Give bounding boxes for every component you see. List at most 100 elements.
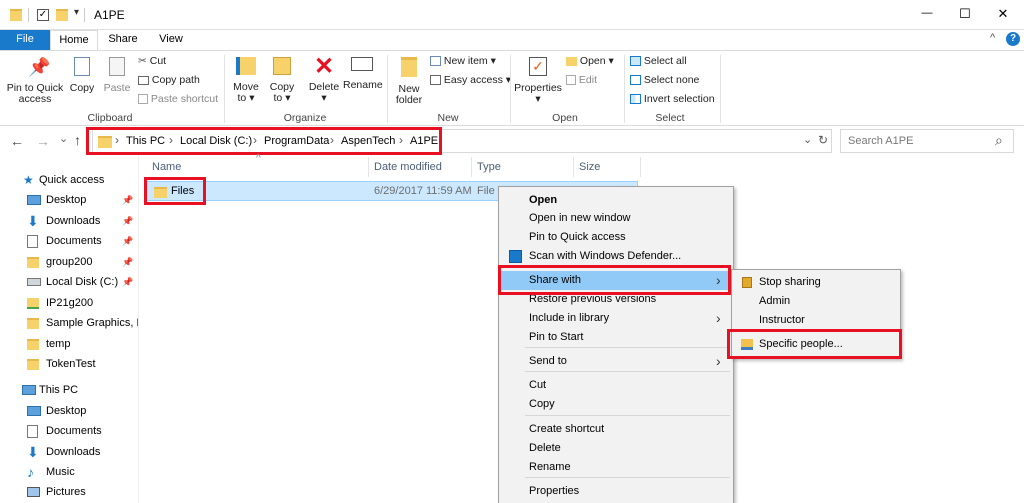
menu-label: Copy: [529, 398, 555, 410]
menu-label: Scan with Windows Defender...: [529, 250, 682, 262]
nav-pc-item[interactable]: Documents: [0, 421, 138, 441]
share-admin[interactable]: Admin: [733, 292, 899, 311]
pinned-icon: 📌: [122, 236, 134, 246]
pinned-icon: 📌: [122, 195, 134, 205]
back-arrow-icon[interactable]: ←: [10, 133, 24, 149]
nav-label: Desktop: [46, 405, 87, 417]
help-icon[interactable]: ?: [1006, 32, 1020, 46]
select-none-button[interactable]: Select none: [630, 74, 699, 87]
recent-locations-icon[interactable]: ⌄: [59, 132, 68, 145]
nav-quick-item[interactable]: group200 📌: [0, 252, 138, 272]
copy-path-button[interactable]: Copy path: [138, 74, 200, 87]
menu-send-to[interactable]: Send to ›: [500, 352, 732, 371]
cut-button[interactable]: ✂ Cut: [138, 55, 166, 68]
tab-file[interactable]: File: [0, 30, 50, 50]
nav-label: Music: [46, 465, 75, 478]
nav-pc-item[interactable]: ⬇ Downloads: [0, 442, 138, 462]
ribbon-collapse-icon[interactable]: ^: [990, 32, 995, 44]
paste-label: Paste: [103, 82, 131, 94]
nav-divider: [138, 156, 139, 503]
copy-to-label-2: to ▾: [273, 92, 291, 104]
nav-quick-access[interactable]: ★ Quick access: [0, 170, 138, 190]
menu-pin-start[interactable]: Pin to Start: [500, 328, 732, 347]
nav-quick-item[interactable]: Documents 📌: [0, 231, 138, 251]
menu-include-library[interactable]: Include in library ›: [500, 309, 732, 328]
paste-button[interactable]: Paste: [101, 57, 133, 94]
delete-button[interactable]: ✕ Delete ▾: [305, 55, 343, 104]
easy-access-button[interactable]: Easy access ▾: [430, 74, 511, 87]
desktop-icon: [27, 406, 41, 416]
select-all-button[interactable]: Select all: [630, 55, 687, 68]
menu-open[interactable]: Open: [500, 191, 732, 210]
nav-quick-item[interactable]: ⬇ Downloads 📌: [0, 211, 138, 231]
new-folder-button[interactable]: New folder: [392, 57, 426, 106]
menu-open-new-window[interactable]: Open in new window: [500, 209, 732, 228]
nav-pc-item[interactable]: Pictures: [0, 482, 138, 502]
menu-label: Pin to Quick access: [529, 231, 626, 243]
nav-this-pc[interactable]: This PC: [0, 380, 138, 400]
refresh-icon[interactable]: ↻: [818, 133, 828, 147]
edit-button[interactable]: Edit: [566, 74, 597, 87]
menu-separator: [525, 477, 730, 478]
windows-defender-icon: [509, 250, 522, 263]
menu-rename[interactable]: Rename: [500, 458, 732, 477]
menu-cut[interactable]: Cut: [500, 376, 732, 395]
share-instructor[interactable]: Instructor: [733, 311, 899, 330]
qat-divider: [28, 8, 29, 22]
group-divider: [224, 55, 225, 123]
properties-checkbox-icon[interactable]: ✓: [37, 9, 49, 21]
column-size[interactable]: Size: [579, 160, 600, 178]
nav-quick-item[interactable]: temp: [0, 334, 138, 354]
rename-button[interactable]: Rename: [343, 57, 383, 91]
up-arrow-icon[interactable]: ↑: [74, 132, 81, 148]
menu-properties[interactable]: Properties: [500, 482, 732, 501]
new-folder-qat-icon[interactable]: [56, 9, 68, 21]
share-stop-sharing[interactable]: Stop sharing: [733, 273, 899, 292]
pinned-icon: 📌: [122, 215, 134, 226]
open-group-label: Open: [552, 112, 578, 124]
menu-label: Properties: [529, 485, 580, 497]
paste-shortcut-button[interactable]: Paste shortcut: [138, 93, 218, 106]
copy-path-icon: [138, 75, 149, 85]
copy-label: Copy: [69, 82, 95, 94]
nav-quick-item[interactable]: Desktop 📌: [0, 190, 138, 210]
search-input[interactable]: Search A1PE: [848, 135, 913, 147]
nav-pc-item[interactable]: Desktop: [0, 401, 138, 421]
copy-to-button[interactable]: Copy to ▾: [266, 57, 298, 104]
address-dropdown-icon[interactable]: ⌄: [803, 133, 812, 146]
move-to-button[interactable]: Move to ▾: [230, 57, 262, 104]
open-button[interactable]: Open ▾: [566, 55, 614, 68]
column-name[interactable]: Name: [152, 160, 181, 178]
star-icon: ★: [23, 173, 34, 187]
tab-view[interactable]: View: [148, 30, 194, 50]
column-date-modified[interactable]: Date modified: [374, 160, 442, 178]
invert-selection-button[interactable]: Invert selection: [630, 93, 715, 106]
menu-copy[interactable]: Copy: [500, 395, 732, 414]
nav-pc-item[interactable]: ♪ Music: [0, 462, 138, 482]
column-type[interactable]: Type: [477, 160, 501, 178]
maximize-button[interactable]: ☐: [950, 6, 980, 22]
menu-pin-quick-access[interactable]: Pin to Quick access: [500, 228, 732, 247]
nav-quick-item[interactable]: TokenTest: [0, 354, 138, 374]
group-divider: [510, 55, 511, 123]
tab-share[interactable]: Share: [100, 30, 146, 50]
nav-quick-item[interactable]: Local Disk (C:) 📌: [0, 272, 138, 292]
copy-button[interactable]: Copy: [66, 57, 98, 94]
nav-quick-item[interactable]: Sample Graphics, Pl: [0, 313, 138, 333]
tab-home[interactable]: Home: [50, 30, 98, 51]
select-none-icon: [630, 75, 641, 86]
desktop-icon: [27, 195, 41, 205]
pin-quick-access-button[interactable]: 📌 Pin to Quick access: [4, 57, 66, 105]
nav-quick-item[interactable]: IP21g200: [0, 293, 138, 313]
menu-create-shortcut[interactable]: Create shortcut: [500, 420, 732, 439]
properties-button[interactable]: ✓ Properties ▾: [514, 57, 562, 105]
close-button[interactable]: ✕: [988, 6, 1018, 22]
nav-label: Documents: [46, 425, 102, 438]
menu-scan-defender[interactable]: Scan with Windows Defender...: [500, 247, 732, 266]
new-item-button[interactable]: New item ▾: [430, 55, 496, 68]
forward-arrow-icon[interactable]: →: [36, 133, 50, 149]
search-box[interactable]: Search A1PE ⌕: [840, 129, 1014, 153]
qat-dropdown-icon[interactable]: ▾: [74, 7, 79, 18]
menu-delete[interactable]: Delete: [500, 439, 732, 458]
minimize-button[interactable]: —: [912, 7, 942, 19]
